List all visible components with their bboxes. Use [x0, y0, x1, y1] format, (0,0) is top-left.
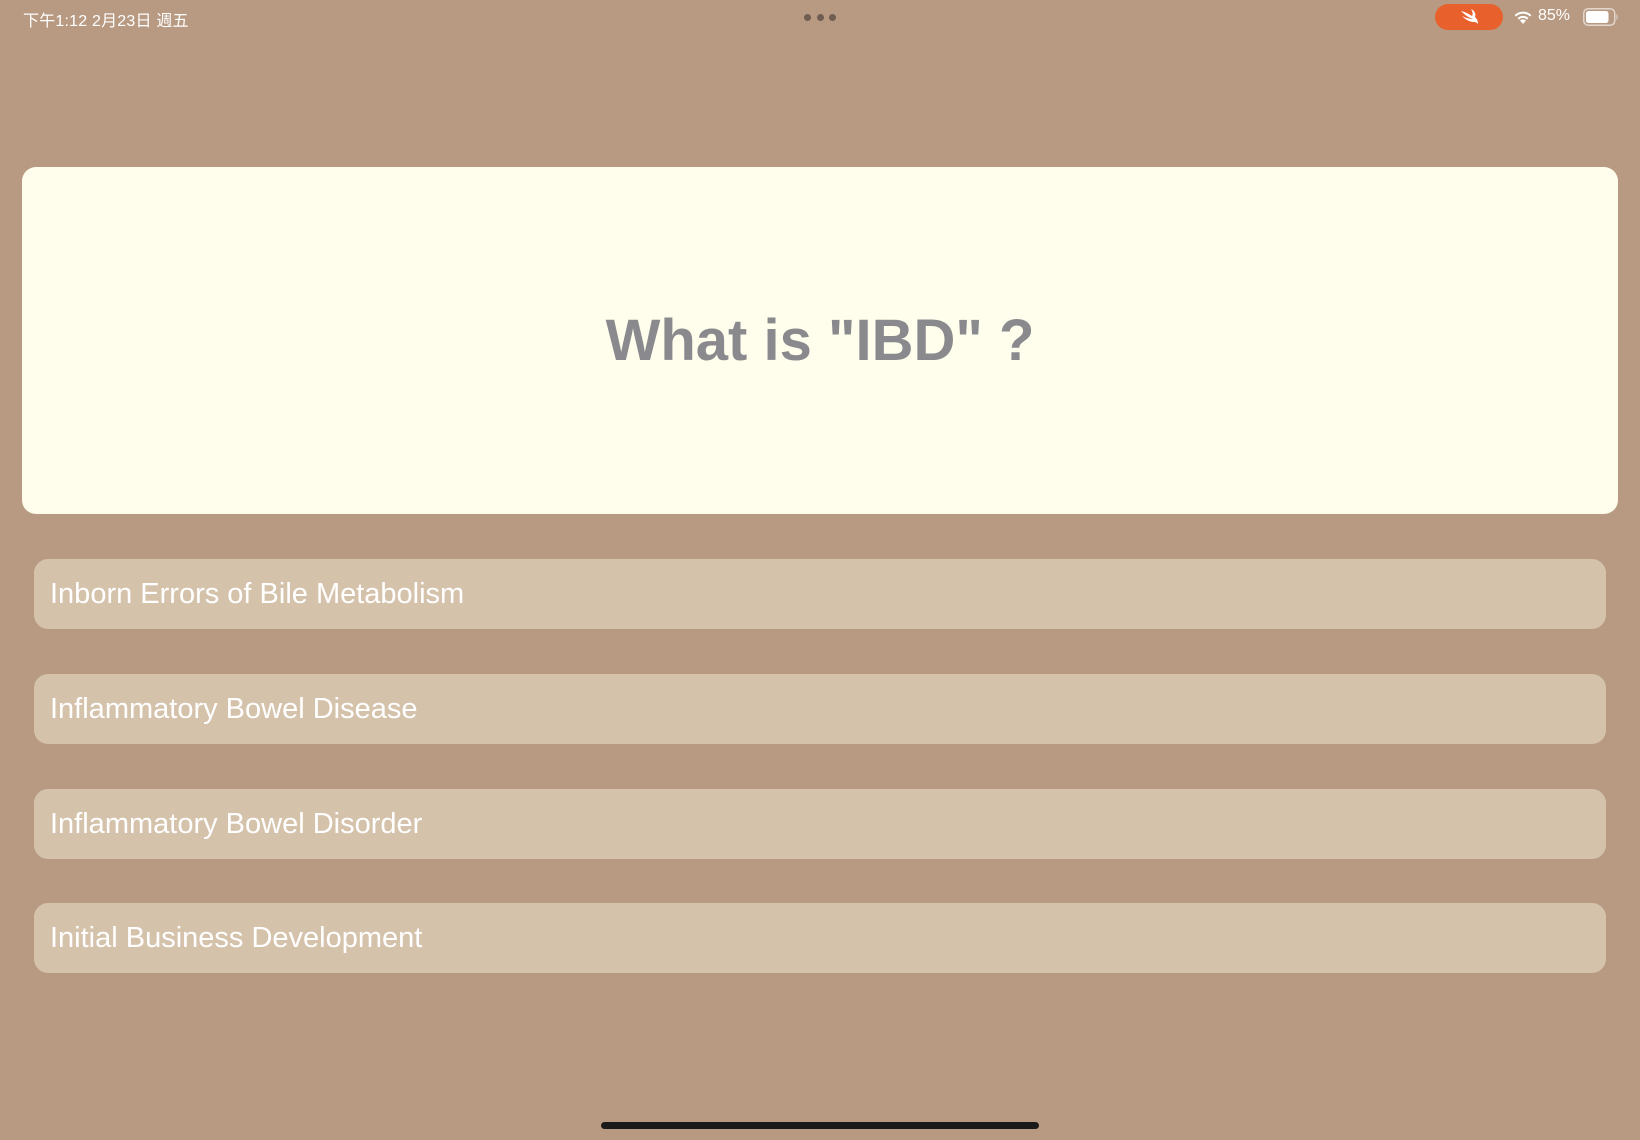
home-indicator[interactable] — [601, 1122, 1039, 1129]
swift-playgrounds-indicator[interactable] — [1435, 4, 1503, 30]
answer-option-4[interactable]: Initial Business Development — [34, 903, 1606, 973]
battery-percentage: 85% — [1538, 7, 1571, 24]
question-text: What is "IBD" ? — [605, 308, 1035, 373]
answer-label: Initial Business Development — [50, 921, 423, 954]
answer-option-1[interactable]: Inborn Errors of Bile Metabolism — [34, 559, 1606, 629]
swift-icon — [1461, 9, 1478, 24]
question-card: What is "IBD" ? — [22, 167, 1618, 514]
battery-icon — [1583, 8, 1618, 26]
answer-label: Inflammatory Bowel Disease — [50, 692, 418, 725]
answer-label: Inflammatory Bowel Disorder — [50, 807, 423, 840]
multitasking-menu-icon[interactable] — [804, 13, 836, 21]
status-bar: 下午1:12 2月23日 週五 85% — [0, 0, 1640, 34]
answer-option-3[interactable]: Inflammatory Bowel Disorder — [34, 789, 1606, 859]
answer-label: Inborn Errors of Bile Metabolism — [50, 577, 465, 610]
answer-option-2[interactable]: Inflammatory Bowel Disease — [34, 674, 1606, 744]
status-time-date: 下午1:12 2月23日 週五 — [23, 13, 189, 30]
wifi-icon — [1514, 11, 1532, 24]
